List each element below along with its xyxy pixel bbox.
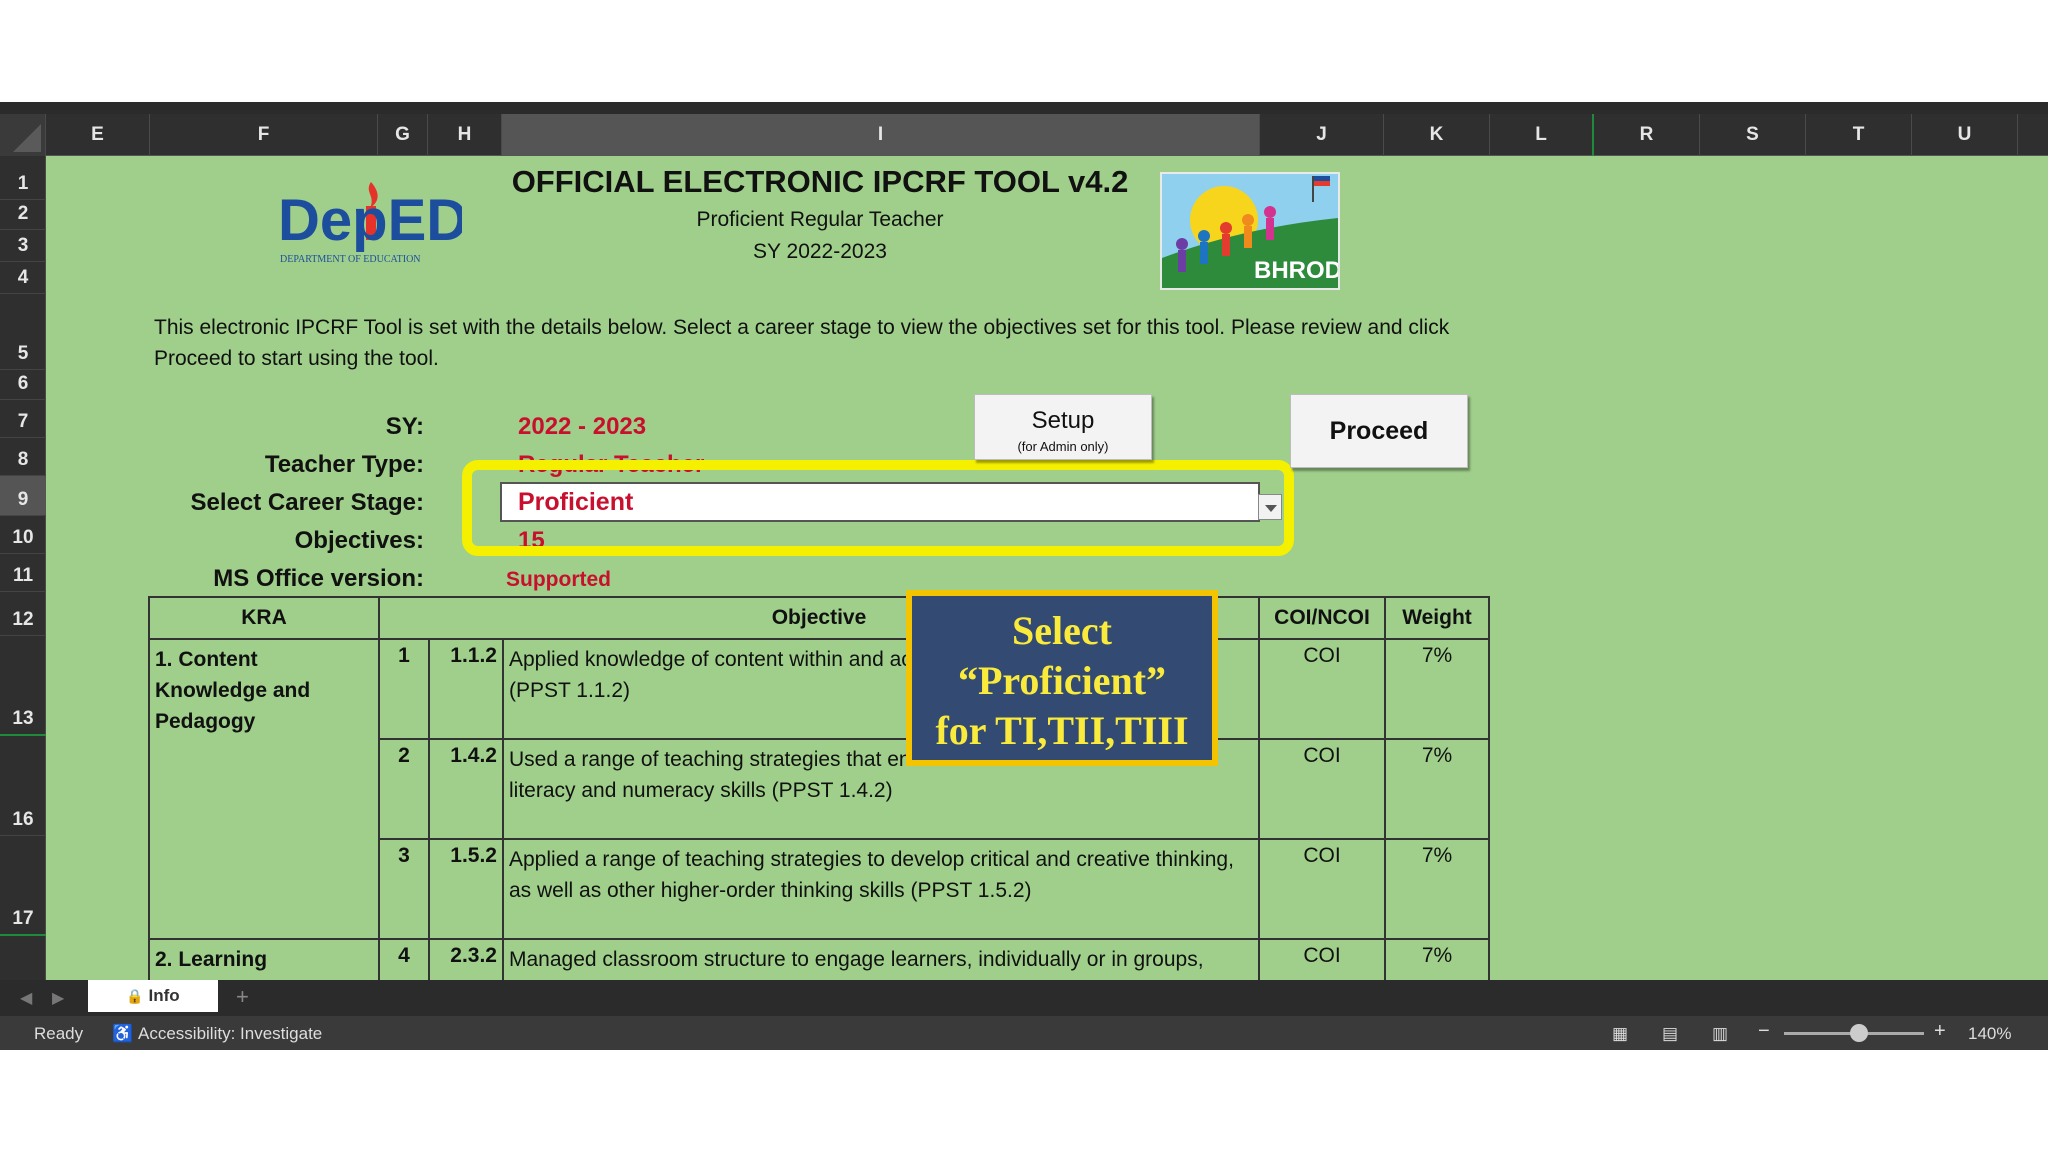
column-header-i[interactable]: I [502,114,1260,156]
objective-number: 1 [378,638,430,740]
logo-text: DepED [278,188,462,253]
row-header[interactable]: 16 [0,736,46,836]
objective-number: 2 [378,738,430,840]
sheet-tabs-bar: ◀ ▶ 🔒 Info + [0,980,2048,1016]
row-header[interactable]: 3 [0,230,46,262]
previous-sheet-icon[interactable]: ◀ [20,988,32,1008]
row-header[interactable]: 4 [0,262,46,294]
callout-line-3: for TI,TII,TIII [935,708,1189,753]
accessibility-status[interactable]: Accessibility: Investigate [138,1024,322,1044]
ms-office-value: Supported [506,568,611,591]
career-stage-label: Select Career Stage: [190,489,424,516]
logo-subtext: DEPARTMENT OF EDUCATION [280,254,421,265]
row-header[interactable]: 10 [0,516,46,554]
school-year-heading: SY 2022-2023 [753,240,887,263]
row-header[interactable]: 12 [0,592,46,636]
row-header[interactable]: 5 [0,294,46,370]
weight-header: Weight [1384,596,1490,640]
deped-logo: DepED DEPARTMENT OF EDUCATION [278,178,468,266]
sy-value: 2022 - 2023 [518,413,647,440]
objective-code: 1.4.2 [428,738,504,840]
page-subtitle: Proficient Regular Teacher [696,208,944,231]
row-header[interactable]: 1 [0,156,46,200]
setup-button[interactable]: Setup (for Admin only) [974,394,1152,460]
zoom-slider-handle[interactable] [1850,1024,1868,1042]
zoom-in-icon[interactable]: + [1934,1020,1946,1043]
coi-cell: COI [1258,838,1386,940]
column-header-h[interactable]: H [428,114,502,156]
setup-button-label: Setup [1031,407,1095,434]
column-header-l[interactable]: L [1490,114,1594,156]
row-header[interactable]: 13 [0,636,46,736]
sy-label: SY: [385,413,424,440]
callout-line-2: “Proficient” [957,658,1167,703]
column-header-bar: E F G H I J K L R S T U [0,114,2048,156]
next-sheet-icon[interactable]: ▶ [52,988,64,1008]
sheet-tab-info[interactable]: 🔒 Info [88,980,218,1012]
row-header[interactable]: 6 [0,370,46,400]
sheet-tab-label: Info [148,986,180,1005]
column-header-r[interactable]: R [1594,114,1700,156]
weight-cell: 7% [1384,738,1490,840]
bhrod-logo: BHROD [1160,172,1340,290]
row-header[interactable]: 7 [0,400,46,438]
coi-cell: COI [1258,738,1386,840]
intro-text: This electronic IPCRF Tool is set with t… [154,316,1450,370]
kra-cell: 1. Content Knowledge and Pedagogy [148,638,380,940]
zoom-level[interactable]: 140% [1968,1024,2011,1044]
zoom-out-icon[interactable]: − [1758,1020,1770,1043]
callout-line-1: Select [1012,608,1112,653]
column-header-g[interactable]: G [378,114,428,156]
row-header[interactable]: 9 [0,476,46,516]
window-top-bar [0,102,2048,114]
teacher-type-label: Teacher Type: [264,451,424,478]
column-header-f[interactable]: F [150,114,378,156]
ms-office-label: MS Office version: [213,565,424,592]
objective-code: 1.5.2 [428,838,504,940]
status-bar: Ready ♿ Accessibility: Investigate ▦ ▤ ▥… [0,1016,2048,1050]
highlight-box [462,460,1294,556]
weight-cell: 7% [1384,838,1490,940]
column-header-u[interactable]: U [1912,114,2018,156]
weight-cell: 7% [1384,638,1490,740]
bhrod-text: BHROD [1254,257,1338,284]
row-header-bar: 1 2 3 4 5 6 7 8 9 10 11 12 13 16 17 [0,156,46,980]
objective-text: Applied a range of teaching strategies t… [502,838,1260,940]
normal-view-icon[interactable]: ▦ [1612,1024,1628,1044]
coi-cell: COI [1258,638,1386,740]
objective-code: 1.1.2 [428,638,504,740]
coi-header: COI/NCOI [1258,596,1386,640]
kra-header: KRA [148,596,380,640]
row-header[interactable]: 2 [0,200,46,230]
objectives-table: KRA Objective COI/NCOI Weight 1. Content… [148,596,1490,1012]
table-row: 1. Content Knowledge and Pedagogy 1 1.1.… [148,638,1490,940]
table-header-row: KRA Objective COI/NCOI Weight [148,596,1490,640]
column-header-j[interactable]: J [1260,114,1384,156]
page-title: OFFICIAL ELECTRONIC IPCRF TOOL v4.2 [511,164,1129,199]
proceed-button[interactable]: Proceed [1290,394,1468,468]
page-break-view-icon[interactable]: ▥ [1712,1024,1728,1044]
column-header-t[interactable]: T [1806,114,1912,156]
column-header-s[interactable]: S [1700,114,1806,156]
status-ready: Ready [34,1024,84,1043]
setup-button-sublabel: (for Admin only) [1017,439,1109,454]
column-header-e[interactable]: E [46,114,150,156]
accessibility-icon[interactable]: ♿ [112,1024,133,1044]
row-header[interactable]: 11 [0,554,46,592]
page-layout-view-icon[interactable]: ▤ [1662,1024,1678,1044]
row-header[interactable]: 8 [0,438,46,476]
lock-icon: 🔒 [126,988,144,1004]
objectives-label: Objectives: [294,527,424,554]
instruction-callout: Select “Proficient” for TI,TII,TIII [906,590,1218,766]
objective-number: 3 [378,838,430,940]
row-header[interactable]: 17 [0,836,46,936]
column-header-k[interactable]: K [1384,114,1490,156]
add-sheet-icon[interactable]: + [236,984,249,1010]
select-all-corner[interactable] [0,114,46,156]
